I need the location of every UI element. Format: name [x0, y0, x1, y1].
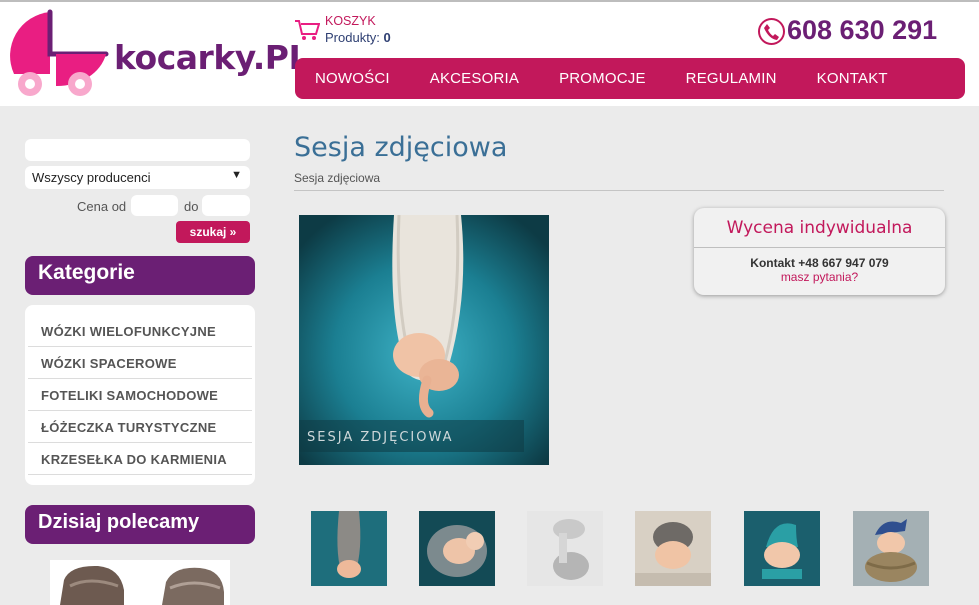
nav-item-promocje[interactable]: PROMOCJE — [559, 70, 646, 87]
nav-item-kontakt[interactable]: KONTAKT — [817, 70, 888, 87]
quote-question-link[interactable]: masz pytania? — [694, 270, 945, 284]
quote-contact-label: Kontakt — [750, 256, 795, 270]
gallery-thumbnail[interactable] — [853, 511, 929, 586]
main-navigation: NOWOŚCI AKCESORIA PROMOCJE REGULAMIN KON… — [295, 58, 965, 99]
nav-item-akcesoria[interactable]: AKCESORIA — [430, 70, 519, 87]
phone-number: 608 630 291 — [787, 15, 938, 45]
breadcrumb[interactable]: Sesja zdjęciowa — [294, 171, 380, 185]
gallery-thumbnail[interactable] — [419, 511, 495, 586]
individual-quote-box: Wycena indywidualna Kontakt +48 667 947 … — [694, 208, 945, 295]
price-from-input[interactable] — [131, 195, 178, 216]
cart-title[interactable]: KOSZYK — [325, 14, 376, 28]
cart-count-label: Produkty: — [325, 30, 380, 45]
product-main-image[interactable]: SESJA ZDJĘCIOWA — [299, 215, 549, 465]
gallery-thumbnail[interactable] — [311, 511, 387, 586]
categories-heading: Kategorie — [25, 256, 255, 295]
producer-select-value: Wszyscy producenci — [32, 170, 151, 185]
cart-icon — [295, 20, 320, 40]
quote-contact-phone: +48 667 947 079 — [798, 256, 889, 270]
gallery-thumbnail[interactable] — [527, 511, 603, 586]
category-item[interactable]: FOTELIKI SAMOCHODOWE — [28, 379, 252, 411]
stroller-logo-icon — [10, 9, 109, 96]
price-from-label: Cena od — [77, 199, 127, 214]
price-to-input[interactable] — [202, 195, 250, 216]
category-item[interactable]: KRZESEŁKA DO KARMIENIA — [28, 443, 252, 475]
gallery-thumbnail[interactable] — [635, 511, 711, 586]
search-button[interactable]: szukaj » — [176, 221, 250, 243]
logo-text: kocarky.PL — [114, 38, 310, 77]
cart-count: Produkty: 0 — [325, 30, 391, 45]
category-item[interactable]: ŁÓŻECZKA TURYSTYCZNE — [28, 411, 252, 443]
category-item[interactable]: WÓZKI WIELOFUNKCYJNE — [28, 315, 252, 347]
quote-title: Wycena indywidualna — [726, 218, 913, 238]
quote-divider — [694, 247, 945, 248]
image-caption-text: SESJA ZDJĘCIOWA — [307, 430, 454, 445]
category-item[interactable]: WÓZKI SPACEROWE — [28, 347, 252, 379]
dropdown-arrow-icon: ▼ — [231, 169, 242, 181]
recommended-heading: Dzisiaj polecamy — [25, 505, 255, 544]
phone-icon — [758, 18, 785, 45]
quote-contact: Kontakt +48 667 947 079 — [694, 256, 945, 270]
price-to-label: do — [184, 199, 199, 214]
categories-list: WÓZKI WIELOFUNKCYJNE WÓZKI SPACEROWE FOT… — [25, 305, 255, 485]
nav-item-nowosci[interactable]: NOWOŚCI — [315, 70, 390, 87]
header: kocarky.PL KOSZYK Produkty: 0 608 630 29… — [0, 0, 979, 106]
recommended-product-image[interactable] — [50, 560, 230, 605]
cart-count-value: 0 — [383, 30, 391, 45]
page-title: Sesja zdjęciowa — [294, 132, 508, 163]
site-logo[interactable]: kocarky.PL — [10, 8, 310, 104]
title-divider — [294, 190, 944, 191]
producer-select[interactable]: Wszyscy producenci ▼ — [25, 166, 250, 189]
gallery-thumbnail[interactable] — [744, 511, 820, 586]
nav-item-regulamin[interactable]: REGULAMIN — [686, 70, 777, 87]
search-input[interactable] — [25, 139, 250, 161]
